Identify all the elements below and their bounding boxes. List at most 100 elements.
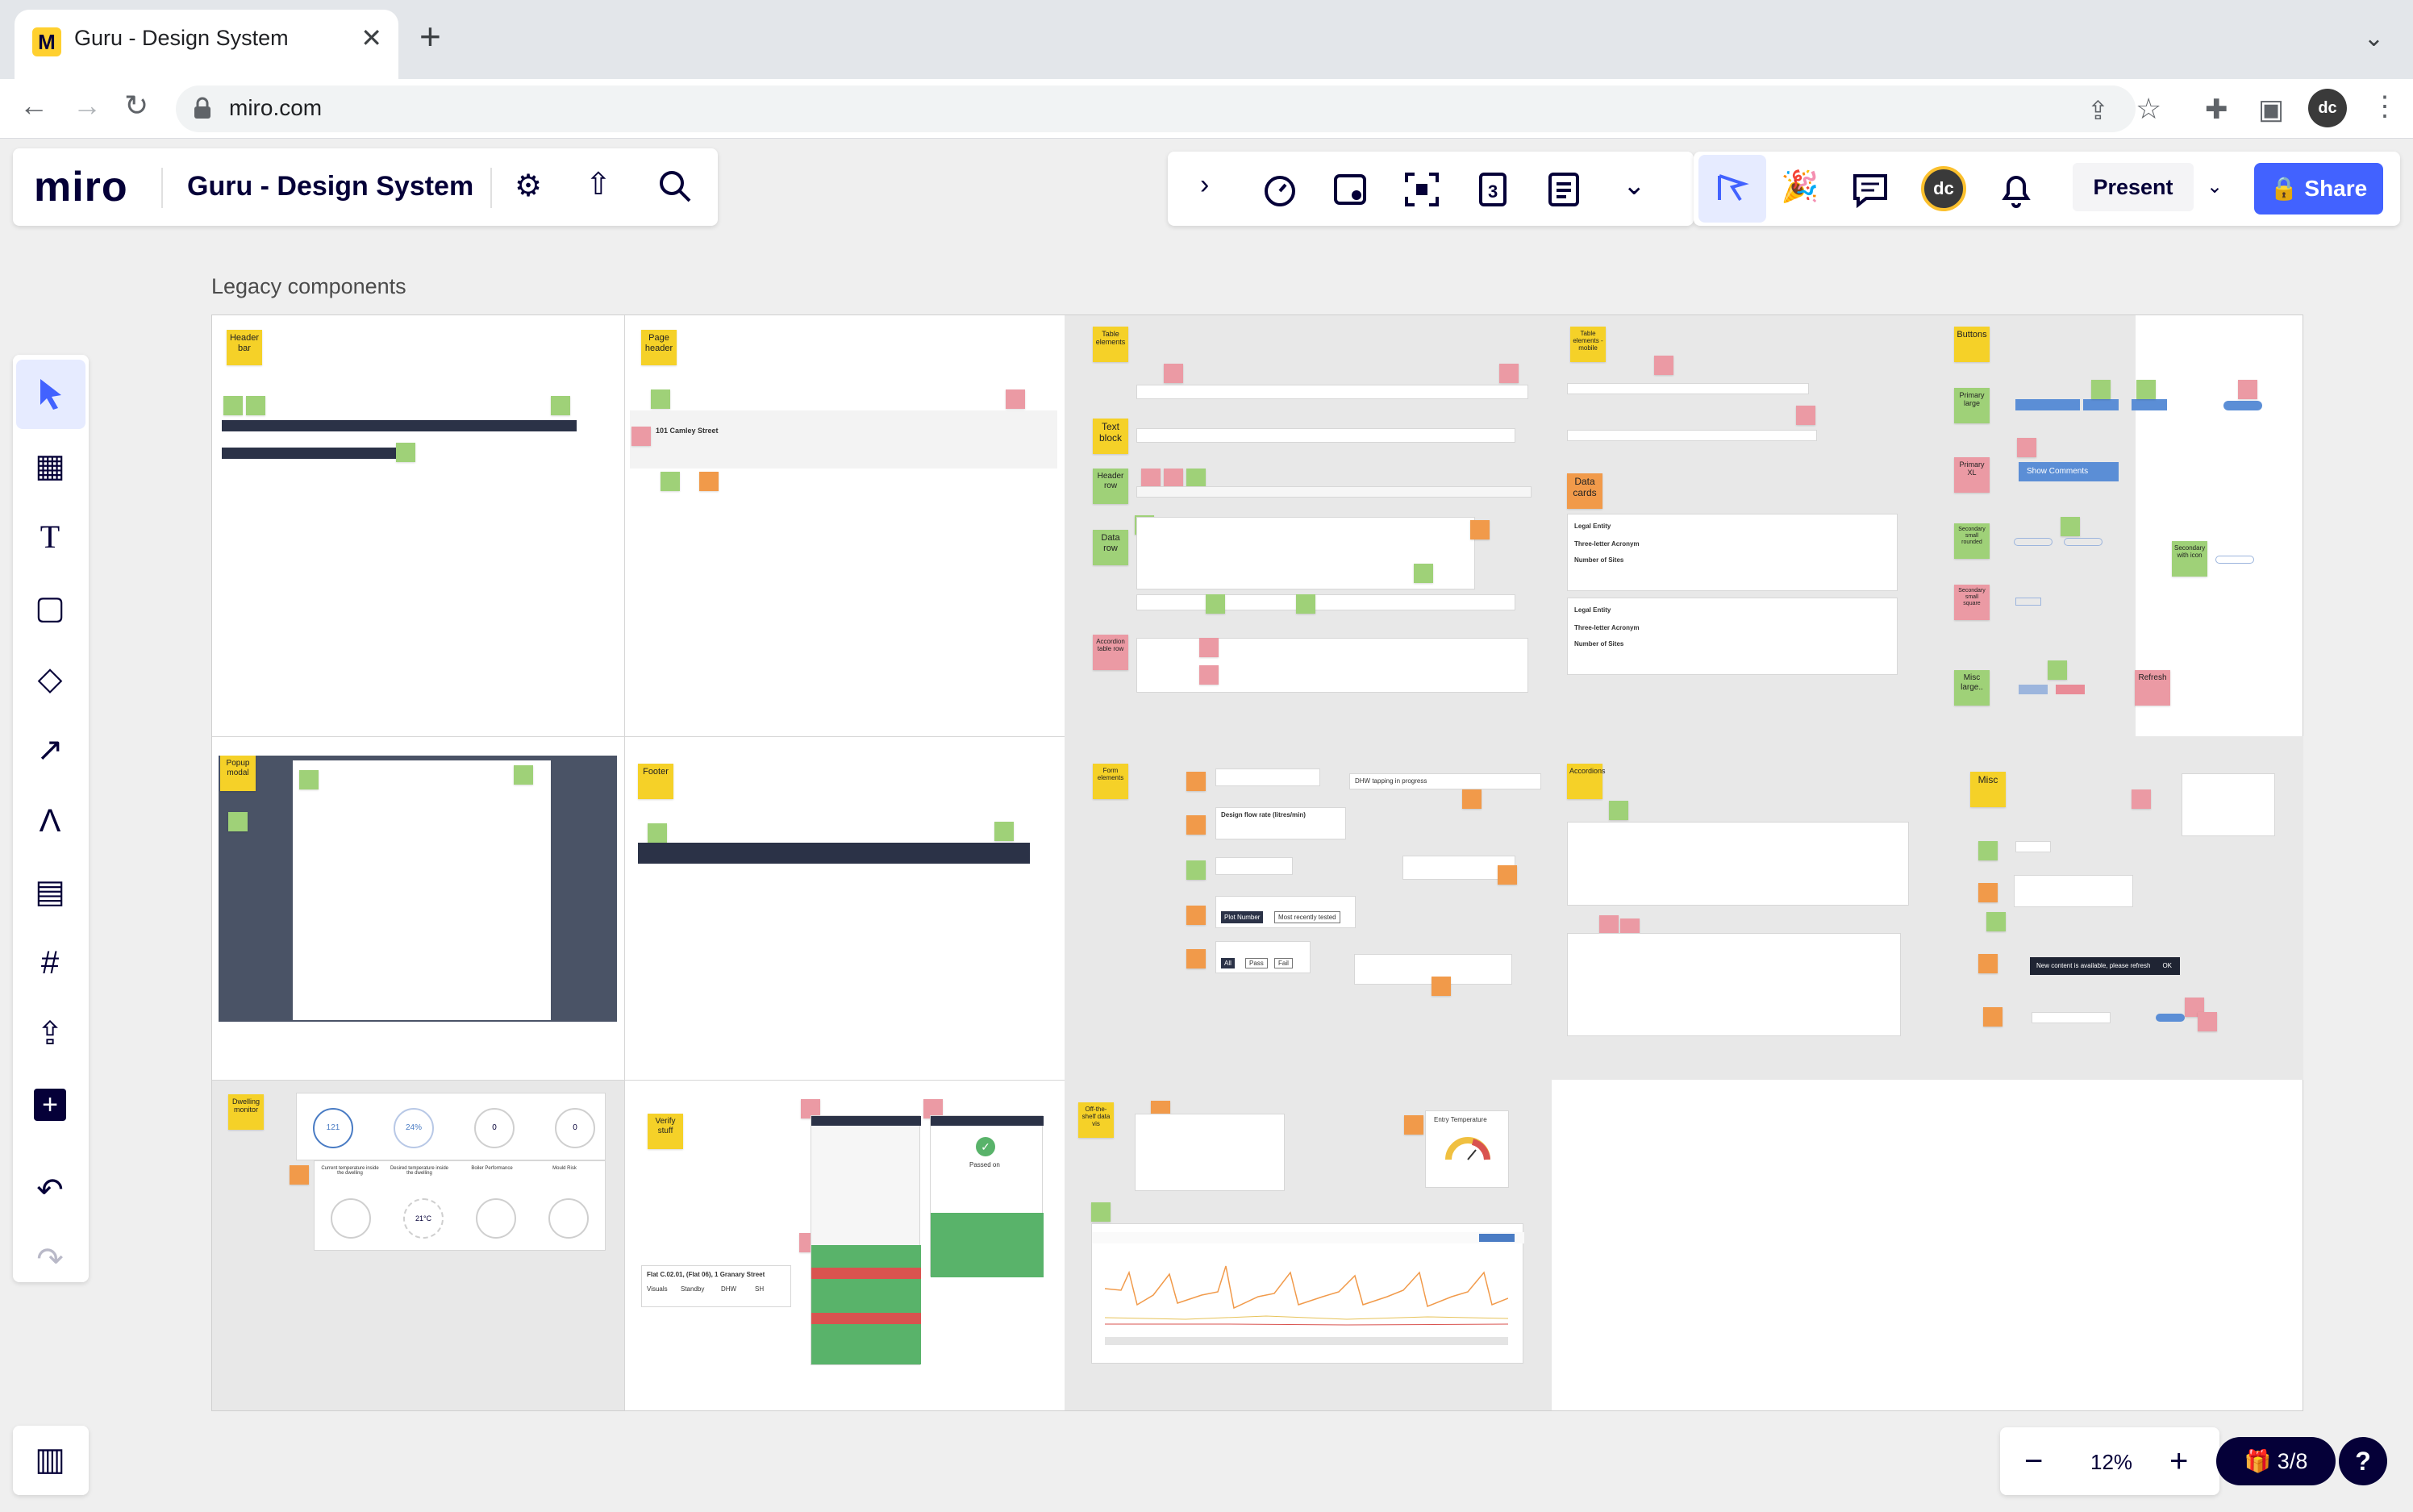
sticky-note[interactable] (1978, 954, 1998, 973)
sticky-header-row[interactable]: Header row (1093, 469, 1128, 504)
sticky-data-cards[interactable]: Data cards (1567, 473, 1602, 509)
timer-icon[interactable] (1261, 171, 1298, 208)
share-page-icon[interactable]: ⇪ (2087, 95, 2109, 126)
celebrate-icon[interactable]: 🎉 (1781, 169, 1819, 205)
sticky-note[interactable] (551, 396, 570, 415)
focus-frame-icon[interactable] (1403, 171, 1440, 208)
sticky-note[interactable] (223, 396, 243, 415)
sticky-note[interactable] (1470, 520, 1490, 539)
sticky-note[interactable] (396, 443, 415, 462)
sticky-secondary-small-square[interactable]: Secondary small square (1954, 585, 1990, 620)
frame-tool-icon[interactable]: # (29, 942, 71, 984)
sticky-form-elements[interactable]: Form elements (1093, 764, 1128, 799)
zoom-level[interactable]: 12% (2090, 1450, 2132, 1475)
sticky-note[interactable] (1186, 815, 1206, 835)
tab-search-chevron-icon[interactable]: ⌄ (2364, 24, 2384, 52)
sticky-note-icon[interactable]: ▢ (29, 587, 71, 629)
sticky-note[interactable] (1186, 949, 1206, 968)
browser-tab[interactable]: M Guru - Design System ✕ (15, 10, 398, 79)
more-apps-plus-icon[interactable]: + (29, 1084, 71, 1126)
sticky-note[interactable] (2061, 517, 2080, 536)
sticky-text-block[interactable]: Text block (1093, 419, 1128, 454)
sticky-data-row[interactable]: Data row (1093, 530, 1128, 565)
comment-icon[interactable] (1852, 173, 1889, 208)
sticky-note[interactable] (1654, 356, 1673, 375)
sticky-accordion-table-row[interactable]: Accordion table row (1093, 635, 1128, 670)
video-meeting-icon[interactable] (1332, 171, 1369, 208)
sticky-note[interactable] (1983, 1007, 2002, 1027)
sticky-note[interactable] (2136, 380, 2156, 399)
sticky-note[interactable] (1006, 389, 1025, 409)
redo-icon[interactable]: ↷ (29, 1239, 71, 1281)
frame-title[interactable]: Legacy components (211, 274, 406, 299)
undo-icon[interactable]: ↶ (29, 1169, 71, 1211)
forward-icon[interactable]: → (73, 89, 102, 123)
present-options-chevron-icon[interactable]: ⌄ (2195, 163, 2234, 211)
sticky-misc-large[interactable]: Misc large.. (1954, 670, 1990, 706)
sticky-note[interactable] (299, 770, 319, 789)
sticky-note[interactable] (1986, 912, 2006, 931)
reactions-pointer-button[interactable] (1698, 155, 1766, 223)
sticky-note[interactable] (1978, 883, 1998, 902)
sticky-note[interactable] (1206, 594, 1225, 614)
sticky-note[interactable] (290, 1165, 309, 1185)
sticky-header-bar[interactable]: Header bar (227, 330, 262, 365)
sticky-popup-modal[interactable]: Popup modal (220, 756, 256, 791)
sticky-note[interactable] (1499, 364, 1519, 383)
help-button[interactable]: ? (2339, 1437, 2387, 1485)
sticky-note[interactable] (1141, 469, 1161, 488)
sticky-note[interactable] (1186, 860, 1206, 880)
sticky-note[interactable] (1498, 865, 1517, 885)
sticky-note[interactable] (651, 389, 670, 409)
extensions-puzzle-icon[interactable]: ✚ (2205, 94, 2228, 126)
sticky-misc[interactable]: Misc (1970, 772, 2006, 807)
sticky-refresh[interactable]: Refresh (2135, 670, 2170, 706)
sticky-primary-xl[interactable]: Primary XL (1954, 457, 1990, 493)
select-tool-button[interactable] (16, 360, 85, 429)
close-tab-icon[interactable]: ✕ (360, 23, 382, 53)
sticky-note[interactable] (1199, 665, 1219, 685)
settings-gear-icon[interactable]: ⚙ (515, 168, 542, 204)
search-icon[interactable] (658, 169, 692, 203)
sticky-note[interactable] (994, 822, 1014, 841)
sticky-off-the-shelf[interactable]: Off-the-shelf data vis (1078, 1102, 1114, 1138)
zoom-in-button[interactable]: + (2169, 1443, 2188, 1480)
sticky-note[interactable] (661, 472, 680, 491)
sticky-note[interactable] (1978, 841, 1998, 860)
board-title[interactable]: Guru - Design System (187, 171, 473, 202)
sticky-note[interactable] (1432, 977, 1451, 996)
sticky-note[interactable] (2017, 438, 2036, 457)
sticky-note[interactable] (228, 812, 248, 831)
notifications-bell-icon[interactable] (1998, 171, 2034, 208)
legacy-components-frame[interactable]: Header bar Page header 101 Camley Street… (211, 314, 2303, 1411)
sticky-note[interactable] (246, 396, 265, 415)
sticky-footer[interactable]: Footer (638, 764, 673, 799)
sticky-note[interactable] (2048, 660, 2067, 680)
sticky-note[interactable] (1796, 406, 1815, 425)
sticky-accordions[interactable]: Accordions (1567, 764, 1606, 799)
back-icon[interactable]: ← (19, 89, 48, 123)
new-tab-icon[interactable]: + (419, 18, 441, 55)
board-panel-toggle[interactable]: ▥ (13, 1426, 89, 1495)
sticky-note[interactable] (1186, 772, 1206, 791)
sticky-note[interactable] (2091, 380, 2111, 399)
sticky-note[interactable] (2238, 380, 2257, 399)
sticky-note[interactable] (1414, 564, 1433, 583)
sticky-note[interactable] (1199, 638, 1219, 657)
sticky-note[interactable] (648, 823, 667, 843)
sticky-secondary-small-rounded[interactable]: Secondary small rounded (1954, 523, 1990, 559)
sticky-note[interactable] (1296, 594, 1315, 614)
expand-chevron-icon[interactable]: › (1200, 169, 1209, 201)
sticky-note[interactable] (699, 472, 719, 491)
sticky-secondary-with-icon[interactable]: Secondary with icon (2172, 541, 2207, 577)
sticky-verify-stuff[interactable]: Verify stuff (648, 1114, 683, 1149)
address-bar[interactable]: miro.com ⇪ ☆ (176, 85, 2161, 132)
sticky-note[interactable] (1462, 789, 1482, 809)
sticky-note[interactable] (1186, 469, 1206, 488)
notes-icon[interactable] (1545, 171, 1582, 208)
share-button[interactable]: 🔒 Share (2254, 163, 2383, 215)
voting-icon[interactable]: 3 (1474, 171, 1511, 208)
whats-new-button[interactable]: 🎁 3/8 (2216, 1437, 2336, 1485)
side-panel-icon[interactable]: ▣ (2258, 94, 2284, 126)
templates-icon[interactable]: ▦ (29, 445, 71, 487)
